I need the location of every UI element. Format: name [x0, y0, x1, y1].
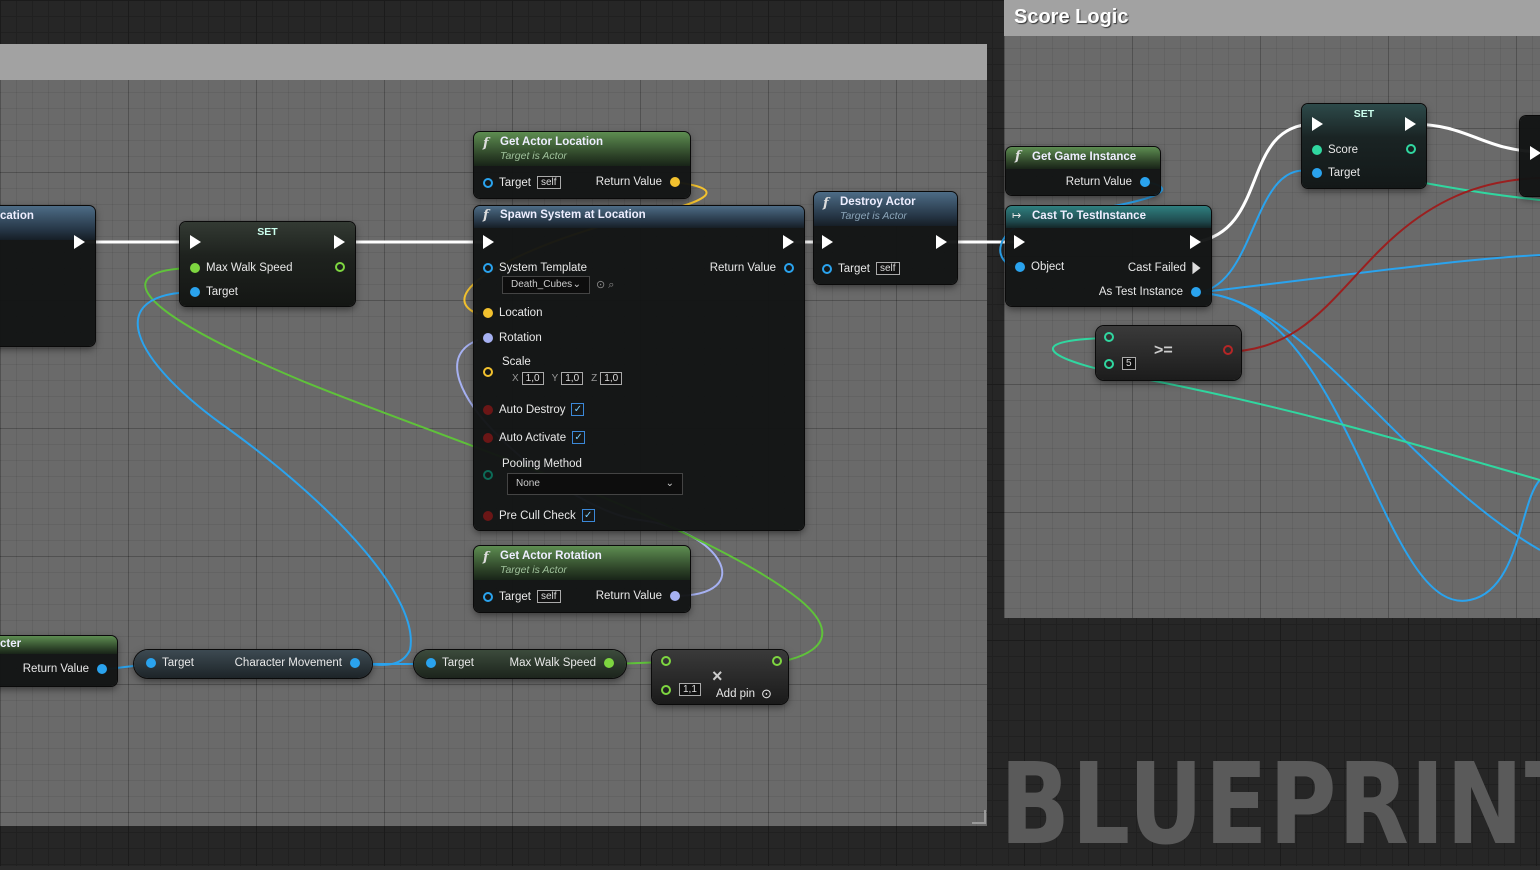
- system-template-pin[interactable]: System Template: [483, 262, 587, 274]
- function-icon: f: [823, 196, 829, 211]
- return-value-pin[interactable]: Return Value: [596, 176, 680, 188]
- node-cast-to-testinstance[interactable]: ↦ Cast To TestInstance Object Cast Faile…: [1006, 206, 1211, 306]
- function-icon: f: [1015, 149, 1021, 164]
- max-walk-speed-pin[interactable]: Max Walk Speed: [190, 262, 293, 274]
- node-destroy-actor[interactable]: f Destroy Actor Target is Actor Target se…: [814, 192, 957, 284]
- add-pin-button[interactable]: Add pin ⊙: [716, 686, 772, 702]
- float-in-pin-b[interactable]: 1,1: [661, 683, 701, 696]
- float-out-pin[interactable]: [772, 656, 782, 666]
- pooling-method-dropdown[interactable]: None ⌄: [507, 473, 683, 495]
- float-in-pin-a[interactable]: [661, 656, 677, 666]
- as-test-instance-pin[interactable]: As Test Instance: [1099, 286, 1201, 298]
- exec-out-pin[interactable]: [783, 235, 794, 249]
- target-pin[interactable]: Target: [146, 657, 194, 669]
- node-get-character-movement[interactable]: Target Character Movement: [134, 650, 372, 678]
- node-title: SET: [257, 226, 278, 238]
- bool-out-pin[interactable]: [1223, 345, 1233, 355]
- target-pin[interactable]: Target: [1312, 167, 1360, 179]
- node-get-player-character[interactable]: cter Return Value: [0, 636, 117, 686]
- scale-y-field[interactable]: 1,0: [561, 372, 584, 385]
- chevron-down-icon: ⌄: [572, 279, 581, 290]
- scale-pin[interactable]: [483, 367, 499, 377]
- target-pin[interactable]: Target: [190, 286, 238, 298]
- node-right-partial[interactable]: [1520, 116, 1540, 196]
- node-greater-equal[interactable]: 5 >=: [1096, 326, 1241, 380]
- node-title: cation: [0, 210, 34, 222]
- int-in-pin-a[interactable]: [1104, 332, 1120, 342]
- exec-out-pin[interactable]: [936, 235, 947, 249]
- exec-in-pin[interactable]: [483, 235, 494, 249]
- exec-in-pin[interactable]: [1530, 146, 1540, 160]
- exec-out-pin[interactable]: [1405, 117, 1416, 131]
- greater-equal-icon: >=: [1154, 342, 1173, 359]
- exec-in-pin[interactable]: [822, 235, 833, 249]
- score-pin[interactable]: Score: [1312, 144, 1358, 156]
- scale-fields[interactable]: X 1,0 Y 1,0 Z 1,0: [512, 372, 623, 385]
- return-value-pin[interactable]: Return Value: [1066, 176, 1150, 188]
- multiply-icon: ×: [712, 666, 723, 686]
- return-value-pin[interactable]: Return Value: [710, 262, 794, 274]
- pre-cull-checkbox[interactable]: ✓: [581, 509, 595, 522]
- node-set-score[interactable]: SET Score Target: [1302, 104, 1426, 188]
- asset-browse-icon[interactable]: ⊙ ⌕: [596, 278, 614, 292]
- node-left-location[interactable]: cation: [0, 206, 95, 346]
- compare-value-field[interactable]: 5: [1122, 357, 1136, 370]
- max-walk-speed-pin[interactable]: Max Walk Speed: [510, 657, 614, 669]
- target-pin[interactable]: Target self: [483, 590, 561, 603]
- auto-destroy-checkbox[interactable]: ✓: [571, 403, 585, 416]
- auto-activate-checkbox[interactable]: ✓: [572, 431, 586, 444]
- target-pin[interactable]: Target: [426, 657, 474, 669]
- exec-out-pin[interactable]: [1190, 235, 1201, 249]
- target-pin[interactable]: Target self: [822, 262, 900, 275]
- character-movement-pin[interactable]: Character Movement: [235, 657, 360, 669]
- system-template-dropdown[interactable]: Death_Cubes ⌄: [502, 276, 590, 294]
- multiply-value-field[interactable]: 1,1: [679, 683, 701, 696]
- function-icon: f: [483, 208, 489, 223]
- node-get-max-walk-speed[interactable]: Target Max Walk Speed: [414, 650, 626, 678]
- node-multiply[interactable]: 1,1 × Add pin ⊙: [652, 650, 788, 704]
- int-out-pin[interactable]: [1406, 144, 1416, 154]
- comment-title-score-logic[interactable]: Score Logic: [1004, 0, 1540, 36]
- node-get-actor-rotation[interactable]: f Get Actor Rotation Target is Actor Tar…: [474, 546, 690, 612]
- return-value-pin[interactable]: Return Value: [23, 663, 107, 675]
- pooling-method-pin[interactable]: [483, 470, 499, 480]
- cast-failed-pin[interactable]: Cast Failed: [1128, 261, 1201, 275]
- comment-box-score-logic[interactable]: [1004, 0, 1540, 618]
- scale-label: Scale: [502, 356, 531, 368]
- auto-destroy-pin[interactable]: Auto Destroy ✓: [483, 403, 585, 416]
- cast-icon: ↦: [1012, 210, 1022, 222]
- exec-in-pin[interactable]: [190, 235, 201, 249]
- exec-out-pin[interactable]: [74, 235, 85, 249]
- blueprint-watermark: BLUEPRINT: [1000, 740, 1540, 870]
- node-get-game-instance[interactable]: f Get Game Instance Return Value: [1006, 147, 1160, 195]
- node-set-max-walk-speed[interactable]: SET Max Walk Speed Target: [180, 222, 355, 306]
- pooling-method-label: Pooling Method: [502, 458, 582, 470]
- object-pin[interactable]: Object: [1015, 261, 1064, 273]
- rotation-pin[interactable]: Rotation: [483, 332, 542, 344]
- pre-cull-check-pin[interactable]: Pre Cull Check ✓: [483, 509, 595, 522]
- node-spawn-system-at-location[interactable]: f Spawn System at Location System Templa…: [474, 206, 804, 530]
- location-pin[interactable]: Location: [483, 307, 542, 319]
- scale-x-field[interactable]: 1,0: [521, 372, 544, 385]
- exec-out-pin[interactable]: [334, 235, 345, 249]
- add-pin-icon: ⊙: [761, 686, 772, 701]
- exec-in-pin[interactable]: [1312, 117, 1323, 131]
- chevron-down-icon: ⌄: [665, 478, 674, 489]
- float-out-pin[interactable]: [335, 262, 345, 272]
- function-icon: f: [483, 550, 489, 565]
- return-value-pin[interactable]: Return Value: [596, 590, 680, 602]
- int-in-pin-b[interactable]: 5: [1104, 357, 1136, 370]
- resize-handle-icon[interactable]: [972, 810, 986, 824]
- function-icon: f: [483, 136, 489, 151]
- target-pin[interactable]: Target self: [483, 176, 561, 189]
- node-get-actor-location[interactable]: f Get Actor Location Target is Actor Tar…: [474, 132, 690, 198]
- scale-z-field[interactable]: 1,0: [600, 372, 623, 385]
- auto-activate-pin[interactable]: Auto Activate ✓: [483, 431, 586, 444]
- comment-bar-left[interactable]: [0, 44, 987, 80]
- exec-in-pin[interactable]: [1014, 235, 1025, 249]
